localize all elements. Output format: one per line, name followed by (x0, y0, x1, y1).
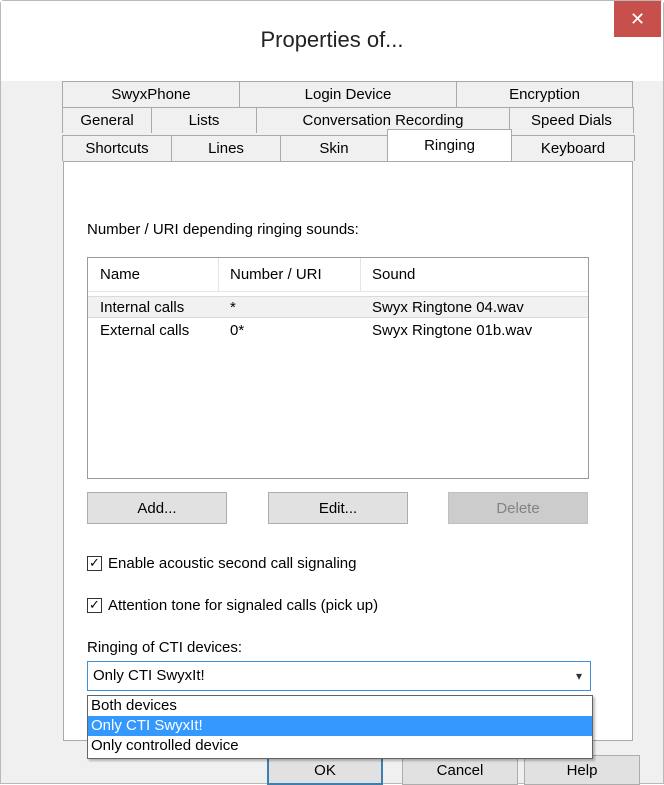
tab-keyboard[interactable]: Keyboard (511, 135, 635, 161)
dropdown-option-both-devices[interactable]: Both devices (88, 696, 592, 716)
list-header: Name Number / URI Sound (88, 258, 588, 292)
row-sound: Swyx Ringtone 01b.wav (372, 322, 533, 339)
dropdown-option-only-cti-swyxit[interactable]: Only CTI SwyxIt! (88, 716, 592, 736)
row-number: 0* (230, 322, 245, 339)
list-row-internal[interactable]: Internal calls * Swyx Ringtone 04.wav (88, 296, 588, 318)
tab-skin[interactable]: Skin (280, 135, 388, 161)
chevron-down-icon[interactable]: ▾ (576, 662, 582, 690)
ringing-sounds-list[interactable]: Name Number / URI Sound Internal calls *… (87, 257, 589, 479)
ringing-sounds-label: Number / URI depending ringing sounds: (87, 221, 359, 238)
attention-tone-checkbox-row[interactable]: ✓ Attention tone for signaled calls (pic… (87, 597, 378, 614)
add-button[interactable]: Add... (87, 492, 227, 524)
row-number: * (230, 299, 236, 316)
edit-button[interactable]: Edit... (268, 492, 408, 524)
title-bar[interactable]: Properties of... ✕ (1, 1, 663, 81)
list-row-external[interactable]: External calls 0* Swyx Ringtone 01b.wav (88, 320, 588, 342)
properties-dialog: Properties of... ✕ SwyxPhone Login Devic… (0, 0, 664, 785)
close-button[interactable]: ✕ (614, 1, 661, 37)
row-name: Internal calls (100, 299, 185, 316)
column-header-name[interactable]: Name (88, 258, 218, 292)
tab-lists[interactable]: Lists (151, 107, 257, 133)
cti-devices-label: Ringing of CTI devices: (87, 639, 243, 656)
attention-tone-checkbox[interactable]: ✓ (87, 598, 102, 613)
tab-ringing[interactable]: Ringing (387, 129, 512, 161)
second-call-label: Enable acoustic second call signaling (108, 555, 357, 572)
second-call-checkbox[interactable]: ✓ (87, 556, 102, 571)
dropdown-option-only-controlled-device[interactable]: Only controlled device (88, 736, 592, 756)
tab-row-2: General Lists Conversation Recording Spe… (62, 107, 634, 133)
ok-button[interactable]: OK (267, 755, 383, 785)
tab-general[interactable]: General (62, 107, 152, 133)
cti-selected-value: Only CTI SwyxIt! (93, 667, 205, 684)
tab-row-3: Shortcuts Lines Skin Ringing Keyboard (62, 129, 635, 161)
tab-row-1: SwyxPhone Login Device Encryption (62, 81, 633, 107)
tab-shortcuts[interactable]: Shortcuts (62, 135, 172, 161)
window-title: Properties of... (260, 27, 404, 52)
delete-button[interactable]: Delete (448, 492, 588, 524)
column-header-number[interactable]: Number / URI (218, 258, 360, 292)
second-call-checkbox-row[interactable]: ✓ Enable acoustic second call signaling (87, 555, 357, 572)
cti-devices-dropdown: Both devices Only CTI SwyxIt! Only contr… (87, 695, 593, 759)
checkmark-icon: ✓ (89, 556, 100, 571)
tab-encryption[interactable]: Encryption (456, 81, 633, 107)
column-header-sound[interactable]: Sound (360, 258, 588, 292)
row-sound: Swyx Ringtone 04.wav (372, 299, 524, 316)
tab-login-device[interactable]: Login Device (239, 81, 457, 107)
tab-speed-dials[interactable]: Speed Dials (509, 107, 634, 133)
tab-swyxphone[interactable]: SwyxPhone (62, 81, 240, 107)
checkmark-icon: ✓ (89, 598, 100, 613)
help-button[interactable]: Help (524, 755, 640, 785)
close-icon: ✕ (629, 8, 646, 30)
attention-tone-label: Attention tone for signaled calls (pick … (108, 597, 379, 614)
cti-devices-select[interactable]: Only CTI SwyxIt! ▾ (87, 661, 591, 691)
cancel-button[interactable]: Cancel (402, 755, 518, 785)
row-name: External calls (100, 322, 190, 339)
tab-lines[interactable]: Lines (171, 135, 281, 161)
